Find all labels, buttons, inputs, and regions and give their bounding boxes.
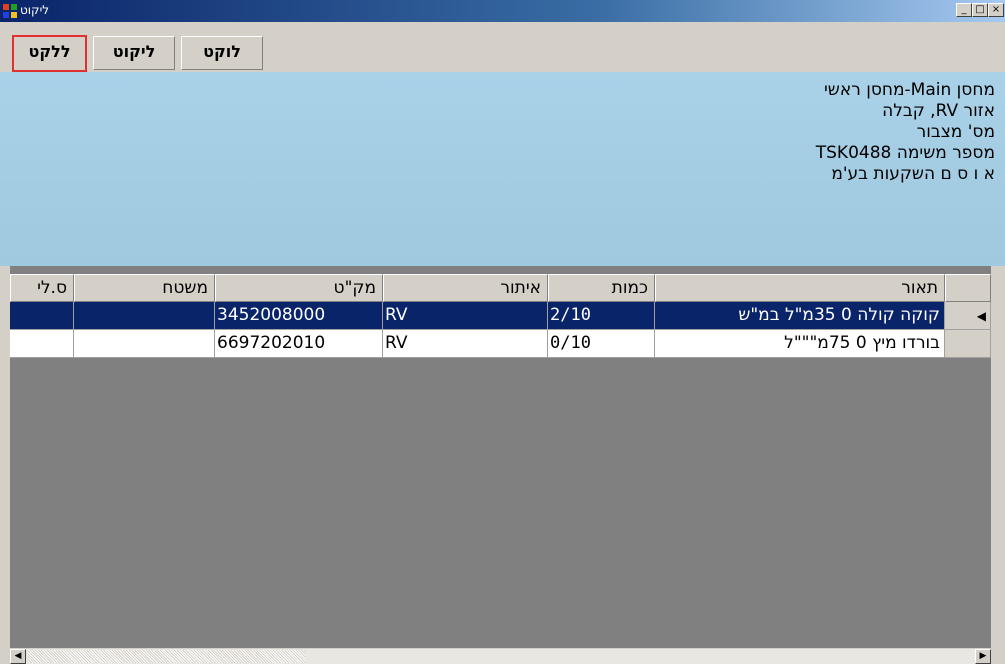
title-bar: ליקוט _ □ × (0, 0, 1005, 22)
sku-cell[interactable]: 3452008000 (215, 302, 383, 330)
batch-cell[interactable] (10, 302, 74, 330)
company-label: א ו ס ם השקעות בע'מ (831, 164, 995, 184)
location-cell[interactable]: RV (383, 330, 548, 358)
table-row[interactable]: 3452008000 RV 2/10 קוקה קולה 0 35מ"ל במ"… (0, 302, 1005, 330)
tab-picked[interactable]: לוקט (181, 36, 263, 70)
current-row-indicator[interactable]: ◀ (945, 302, 991, 330)
tab-picking[interactable]: ליקוט (93, 36, 175, 70)
minimize-button[interactable]: _ (956, 3, 972, 17)
row-selector[interactable] (945, 330, 991, 358)
header-pallet[interactable]: משטח (74, 274, 215, 302)
header-location[interactable]: איתור (383, 274, 548, 302)
row-pointer-icon: ◀ (976, 309, 986, 323)
header-sku[interactable]: מק"ט (215, 274, 383, 302)
grid-header: ס.לי משטח מק"ט איתור כמות תאור (0, 274, 1005, 302)
batch-cell[interactable] (10, 330, 74, 358)
table-row[interactable]: 6697202010 RV 0/10 בורדו מיץ 0 75מ"""ל (0, 330, 1005, 358)
pallet-cell[interactable] (74, 302, 215, 330)
task-info-panel: מחסן Main-מחסן ראשי אזור RV, קבלה מס' מצ… (0, 72, 1005, 266)
app-icon (2, 3, 18, 19)
description-cell[interactable]: בורדו מיץ 0 75מ"""ל (655, 330, 945, 358)
pallet-cell[interactable] (74, 330, 215, 358)
horizontal-scrollbar[interactable]: ◀ ▶ (10, 648, 991, 664)
location-cell[interactable]: RV (383, 302, 548, 330)
scroll-right-button[interactable]: ▶ (975, 649, 991, 664)
description-cell[interactable]: קוקה קולה 0 35מ"ל במ"ש (655, 302, 945, 330)
stack-number-label: מס' מצבור (916, 122, 995, 142)
quantity-cell[interactable]: 0/10 (548, 330, 655, 358)
scroll-thumb[interactable] (28, 650, 306, 663)
quantity-cell[interactable]: 2/10 (548, 302, 655, 330)
header-quantity[interactable]: כמות (548, 274, 655, 302)
tab-to-pick[interactable]: ללקט (12, 35, 87, 72)
header-batch[interactable]: ס.לי (10, 274, 74, 302)
maximize-button[interactable]: □ (972, 3, 988, 17)
window-title: ליקוט (20, 3, 50, 17)
task-number-label: מספר משימה TSK0488 (815, 143, 995, 163)
sku-cell[interactable]: 6697202010 (215, 330, 383, 358)
scroll-left-button[interactable]: ◀ (10, 649, 26, 664)
close-button[interactable]: × (988, 3, 1004, 17)
header-row-selector (945, 274, 991, 302)
header-description[interactable]: תאור (655, 274, 945, 302)
warehouse-label: מחסן Main-מחסן ראשי (824, 80, 995, 100)
zone-label: אזור RV, קבלה (882, 101, 995, 121)
